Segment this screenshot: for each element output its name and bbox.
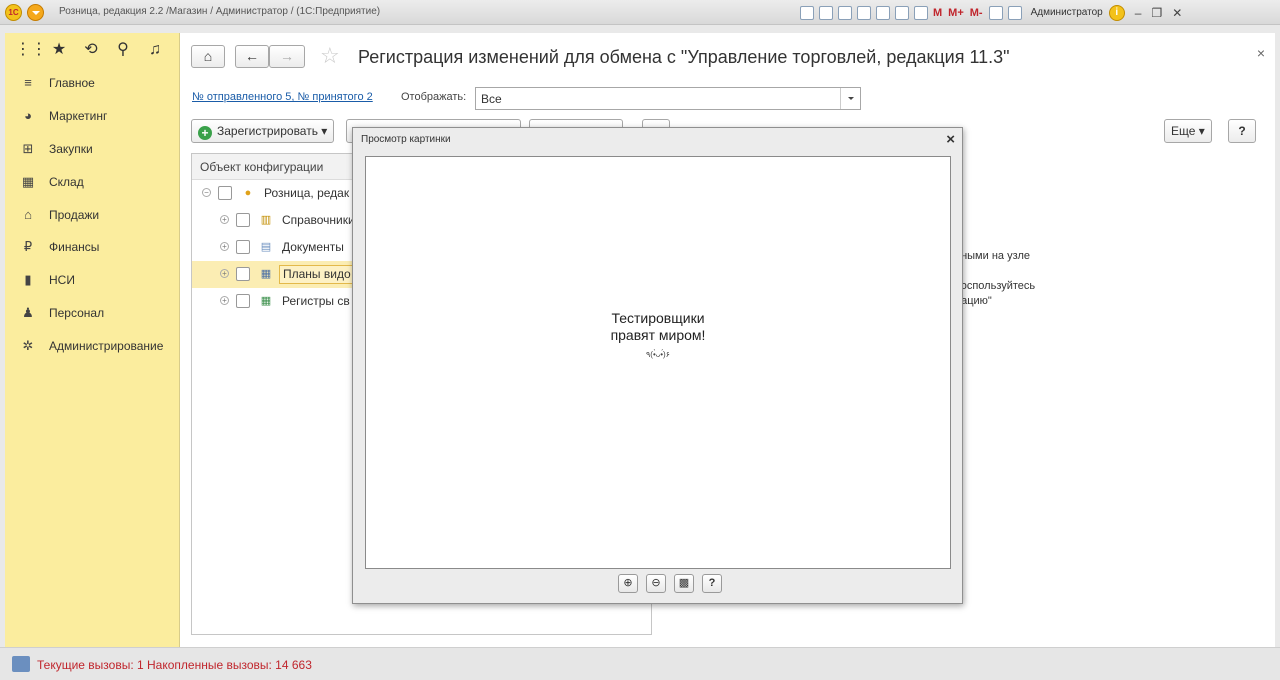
documents-icon: ▤ xyxy=(260,241,272,253)
home-icon: ⌂ xyxy=(203,48,213,64)
scan-icon[interactable] xyxy=(876,5,890,20)
tree-checkbox[interactable] xyxy=(236,213,250,227)
forward-button[interactable]: → xyxy=(269,45,305,68)
window-title: Розница, редакция 2.2 /Магазин / Админис… xyxy=(59,6,381,17)
collapse-icon[interactable]: − xyxy=(202,188,211,197)
sidebar-item-purchases[interactable]: ⊞ Закупки xyxy=(5,133,179,166)
sidebar-item-main[interactable]: ≡ Главное xyxy=(5,67,179,100)
calls-counter-text: Текущие вызовы: 1 Накопленные вызовы: 14… xyxy=(37,658,312,672)
info-text-line-1: нными на узле xyxy=(955,250,1031,262)
picture-emoticon: ٩(•̀ᴗ•́)۶ xyxy=(646,350,670,359)
print-icon[interactable] xyxy=(819,5,833,20)
picture-area: Тестировщики правят миром! ٩(•̀ᴗ•́)۶ xyxy=(365,156,951,569)
sidebar-item-nsi[interactable]: ▮ НСИ xyxy=(5,264,179,297)
books-icon: ▮ xyxy=(24,272,32,288)
main-menu-icon[interactable] xyxy=(27,4,44,21)
app-logo-icon[interactable]: 1С xyxy=(5,4,22,21)
preview-icon[interactable] xyxy=(838,5,852,20)
sidebar-item-personnel[interactable]: ♟ Персонал xyxy=(5,297,179,330)
picture-toolbar: ⊕ ⊖ ▩ ? xyxy=(618,574,730,593)
tree-checkbox[interactable] xyxy=(236,240,250,254)
info-text-line-2: воспользуйтесь xyxy=(955,280,1036,292)
calendar-icon[interactable] xyxy=(914,5,928,20)
menu-lines-icon: ≡ xyxy=(24,75,32,91)
show-select-value: Все xyxy=(481,92,502,106)
memory-button[interactable]: M xyxy=(933,7,942,19)
catalogs-icon: ▥ xyxy=(260,214,272,226)
picture-text-line-2: правят миром! xyxy=(610,327,706,343)
actual-size-icon[interactable]: ▩ xyxy=(674,574,694,593)
zoom-out-icon[interactable]: ⊖ xyxy=(646,574,666,593)
history-icon[interactable]: ⟲ xyxy=(83,40,99,60)
calculator-icon[interactable] xyxy=(895,5,909,20)
register-button[interactable]: + Зарегистрировать ▾ xyxy=(191,119,335,143)
registers-icon: ▦ xyxy=(260,295,272,307)
cart-icon: ⊞ xyxy=(22,140,34,156)
sidebar-item-marketing[interactable]: ◕ Маркетинг xyxy=(5,100,179,133)
add-icon: + xyxy=(198,126,212,140)
zoom-in-icon[interactable]: ⊕ xyxy=(618,574,638,593)
sent-received-link[interactable]: № отправленного 5, № принятого 2 xyxy=(192,91,373,103)
sidebar-item-sales[interactable]: ⌂ Продажи xyxy=(5,198,179,231)
minimize-icon[interactable]: – xyxy=(1135,6,1142,20)
restore-icon[interactable]: ❐ xyxy=(1151,6,1162,20)
close-icon[interactable]: × xyxy=(946,131,955,148)
help-icon[interactable]: ? xyxy=(702,574,722,593)
dialog-title: Просмотр картинки xyxy=(361,134,451,145)
notifications-bell-icon[interactable]: ♫ xyxy=(147,40,163,60)
close-form-icon[interactable]: × xyxy=(1257,45,1265,61)
pie-chart-icon: ◕ xyxy=(24,108,32,124)
current-user[interactable]: Администратор xyxy=(1031,7,1103,18)
zoom-icon[interactable] xyxy=(988,5,1003,20)
memory-minus-button[interactable]: M- xyxy=(970,7,983,19)
picture-text-line-1: Тестировщики xyxy=(611,310,705,326)
sidebar-item-warehouse[interactable]: ▦ Склад xyxy=(5,165,179,198)
all-functions-icon[interactable]: ⋮⋮ xyxy=(15,40,47,60)
save-icon[interactable] xyxy=(800,5,814,20)
warehouse-icon: ▦ xyxy=(21,173,35,189)
back-button[interactable]: ← xyxy=(235,45,269,68)
arrow-left-icon: ← xyxy=(245,48,259,64)
upload-icon[interactable] xyxy=(857,5,871,20)
info-icon[interactable]: i xyxy=(1108,4,1125,21)
shop-icon: ⌂ xyxy=(24,206,32,222)
page-title: Регистрация изменений для обмена с "Упра… xyxy=(358,47,1010,67)
favorite-star-icon[interactable]: ☆ xyxy=(320,43,340,69)
show-label: Отображать: xyxy=(401,91,467,103)
tree-checkbox[interactable] xyxy=(218,186,232,200)
sidebar-item-administration[interactable]: ✲ Администрирование xyxy=(5,329,179,362)
picture-viewer-dialog: Просмотр картинки × Тестировщики правят … xyxy=(352,127,963,604)
close-window-icon[interactable]: ✕ xyxy=(1172,6,1182,20)
more-button[interactable]: Еще ▾ xyxy=(1164,119,1212,143)
expand-icon[interactable]: + xyxy=(220,242,229,251)
search-icon[interactable]: ⚲ xyxy=(115,40,131,60)
expand-icon[interactable]: + xyxy=(220,269,229,278)
home-button[interactable]: ⌂ xyxy=(191,45,225,68)
ruble-icon: ₽ xyxy=(23,239,33,255)
arrow-right-icon: → xyxy=(280,48,294,64)
expand-icon[interactable]: + xyxy=(220,215,229,224)
sections-panel: ⋮⋮ ★ ⟲ ⚲ ♫ ≡ Главное ◕ Маркетинг ⊞ Закупки … xyxy=(5,33,180,647)
chevron-down-icon[interactable] xyxy=(840,88,860,109)
config-root-icon: ● xyxy=(244,187,252,199)
sidebar-item-finance[interactable]: ₽ Финансы xyxy=(5,231,179,264)
sidebar-toolbar: ⋮⋮ ★ ⟲ ⚲ ♫ xyxy=(5,33,179,67)
help-button[interactable]: ? xyxy=(1228,119,1256,143)
calls-counter-icon[interactable] xyxy=(12,656,30,672)
tree-checkbox[interactable] xyxy=(236,267,250,281)
favorites-icon[interactable]: ★ xyxy=(51,40,67,60)
memory-plus-button[interactable]: M+ xyxy=(948,7,964,19)
gear-icon: ✲ xyxy=(22,337,34,353)
expand-icon[interactable]: + xyxy=(220,296,229,305)
status-bar: Текущие вызовы: 1 Накопленные вызовы: 14… xyxy=(0,647,1280,680)
show-select[interactable]: Все xyxy=(475,87,861,110)
charts-icon: ▦ xyxy=(260,268,272,280)
tree-checkbox[interactable] xyxy=(236,294,250,308)
title-toolbar: M M+ M- Администратор i – ❐ ✕ xyxy=(800,4,1192,21)
title-bar: 1С Розница, редакция 2.2 /Магазин / Адми… xyxy=(0,0,1280,25)
panels-icon[interactable] xyxy=(1007,5,1022,20)
person-icon: ♟ xyxy=(22,304,34,320)
